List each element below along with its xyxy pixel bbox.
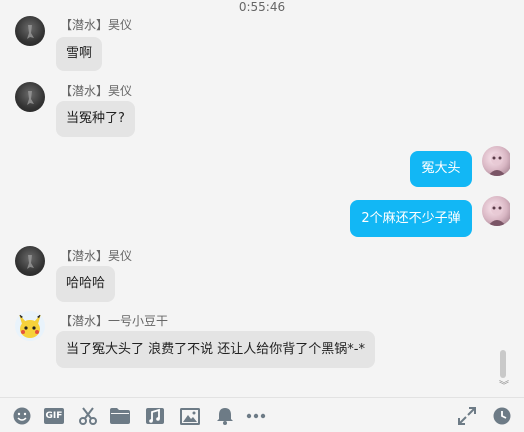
avatar[interactable] (15, 246, 45, 276)
message-bubble[interactable]: 当冤种了? (56, 101, 135, 137)
more-icon[interactable] (246, 406, 266, 426)
message-bubble[interactable]: 哈哈哈 (56, 266, 116, 302)
folder-icon[interactable] (110, 406, 130, 426)
bell-icon[interactable] (215, 406, 235, 426)
scroll-thumb[interactable] (500, 350, 506, 378)
sender-name: 【潜水】昊仪 (60, 18, 133, 32)
message-bubble[interactable]: 冤大头 (410, 151, 472, 187)
music-icon[interactable] (145, 406, 165, 426)
message-bubble[interactable]: 当了冤大头了 浪费了不说 还让人给你背了个黑锅*-* (56, 331, 375, 368)
message-bubble[interactable]: 雪啊 (56, 37, 103, 71)
chat-history: 0:55:46 【潜水】昊仪 雪啊 【潜水】昊仪 当冤种了? 冤大头 2个麻还不… (0, 0, 510, 395)
chat-scrollbar[interactable]: ︾ (498, 0, 509, 395)
message-timestamp: 0:55:46 (238, 0, 286, 14)
avatar[interactable] (15, 16, 45, 46)
input-toolbar: GIF (0, 397, 524, 432)
history-clock-icon[interactable] (492, 406, 512, 426)
sender-name: 【潜水】昊仪 (60, 84, 133, 98)
avatar[interactable] (15, 82, 45, 112)
scissors-icon[interactable] (78, 406, 98, 426)
avatar[interactable] (15, 311, 45, 341)
expand-icon[interactable] (457, 406, 477, 426)
emoji-icon[interactable] (12, 406, 32, 426)
message-bubble[interactable]: 2个麻还不少子弹 (350, 200, 472, 237)
scroll-down-arrow-icon[interactable]: ︾ (499, 382, 509, 392)
gif-icon[interactable]: GIF (44, 406, 64, 426)
sender-name: 【潜水】昊仪 (60, 249, 133, 263)
image-icon[interactable] (180, 406, 200, 426)
gif-label: GIF (44, 408, 64, 424)
sender-name: 【潜水】一号小豆干 (60, 314, 169, 328)
